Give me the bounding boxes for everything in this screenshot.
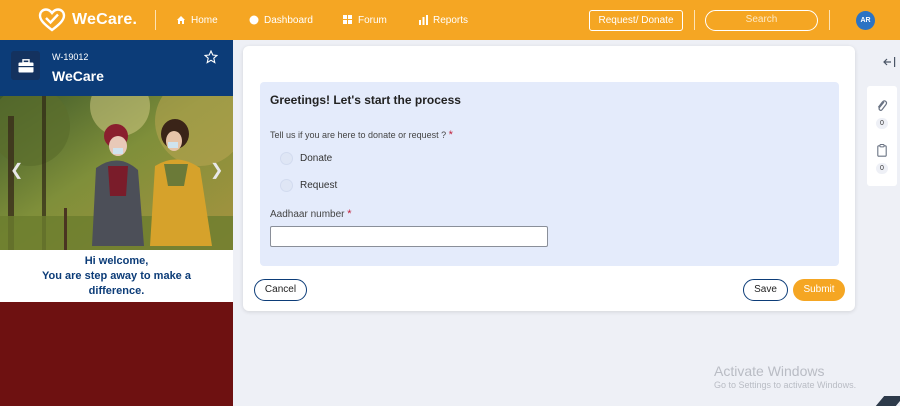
brand-name: WeCare. [72,11,138,28]
option-request[interactable]: Request [280,178,337,192]
nav-reports-label: Reports [433,14,469,26]
welcome-photo: ❮ ❯ [0,96,233,250]
required-marker: * [448,129,453,141]
reports-icon [419,15,428,25]
save-button[interactable]: Save [743,279,788,301]
welcome-line-2: You are step away to make a [42,270,191,282]
aadhaar-label-text: Aadhaar number [270,209,345,220]
sidebar-footer-block [0,302,233,406]
left-panel: W-19012 WeCare ❮ ❯ Hi welcome, You are s… [0,40,233,406]
option-donate[interactable]: Donate [280,151,332,165]
option-request-label: Request [300,179,338,191]
notes-count: 0 [876,163,888,174]
divider [829,10,830,30]
cancel-button[interactable]: Cancel [254,279,307,301]
attachment-icon[interactable] [876,99,888,113]
forum-icon [343,15,352,24]
option-donate-label: Donate [300,152,333,164]
home-icon [177,16,185,24]
aadhaar-field[interactable] [270,226,548,247]
submit-button[interactable]: Submit [793,279,845,301]
activation-watermark-subtitle: Go to Settings to activate Windows. [714,380,857,390]
activation-watermark-title: Activate Windows [714,363,825,379]
nav-home[interactable]: Home [176,13,218,27]
nav-forum[interactable]: Forum [343,13,387,27]
welcome-message: Hi welcome, You are step away to make a … [0,250,233,302]
radio-donate[interactable] [280,151,293,165]
nav-forum-label: Forum [358,14,387,26]
divider [155,10,156,30]
question-text: Tell us if you are here to donate or req… [270,130,447,140]
required-marker: * [347,208,352,220]
record-id: W-19012 [52,52,89,62]
briefcase-icon [11,51,40,80]
dashboard-icon [249,15,259,25]
attachments-count: 0 [876,118,888,129]
nav-reports[interactable]: Reports [419,13,468,27]
right-rail: 0 0 [867,86,897,186]
carousel-next-icon[interactable]: ❯ [210,160,223,180]
star-icon[interactable] [204,50,218,64]
clipboard-icon[interactable] [877,144,887,157]
collapse-panel-icon[interactable] [883,55,896,69]
carousel-prev-icon[interactable]: ❮ [10,160,23,180]
nav-dashboard[interactable]: Dashboard [249,13,313,27]
welcome-line-1: Hi welcome, [84,255,149,267]
aadhaar-label: Aadhaar number * [270,208,352,220]
nav-dashboard-label: Dashboard [264,14,313,26]
corner-decoration [875,396,900,406]
nav-home-label: Home [191,14,218,26]
search-input[interactable]: Search [705,10,818,31]
record-header: W-19012 WeCare [0,40,233,96]
user-avatar[interactable]: AR [856,11,875,30]
request-donate-button[interactable]: Request/ Donate [589,10,683,31]
form-title: Greetings! Let's start the process [270,93,461,107]
form-section: Greetings! Let's start the process Tell … [260,82,839,266]
donate-request-question: Tell us if you are here to donate or req… [270,129,453,141]
top-navbar: WeCare. Home Dashboard Forum Reports Req… [0,0,900,40]
record-name: WeCare [52,68,104,84]
divider [694,10,695,30]
heart-logo-icon [38,8,66,32]
radio-request[interactable] [280,178,293,192]
form-card: Greetings! Let's start the process Tell … [243,46,855,311]
brand-logo[interactable]: WeCare. [38,8,137,32]
welcome-line-3: difference. [88,285,145,297]
